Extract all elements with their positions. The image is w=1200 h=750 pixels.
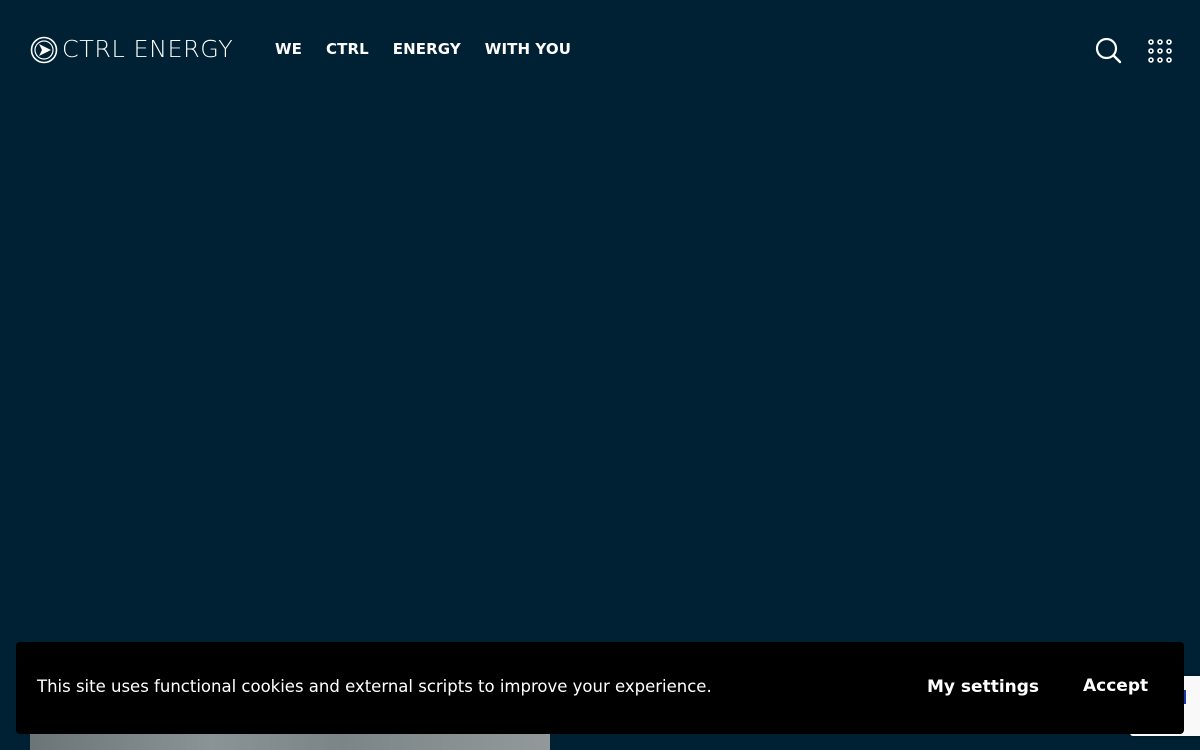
cookie-message: This site uses functional cookies and ex… bbox=[37, 677, 712, 696]
logo-play-icon bbox=[30, 36, 58, 64]
grid-menu-button[interactable] bbox=[1148, 39, 1172, 63]
accept-button[interactable]: Accept bbox=[1083, 676, 1148, 696]
nav-item-energy[interactable]: ENERGY bbox=[393, 40, 461, 58]
logo-text: CTRL ENERGY bbox=[62, 37, 234, 63]
nav-item-ctrl[interactable]: CTRL bbox=[326, 40, 369, 58]
hero-image bbox=[30, 732, 550, 750]
search-icon bbox=[1095, 37, 1122, 64]
main-nav: WE CTRL ENERGY WITH YOU bbox=[275, 38, 595, 60]
page: CTRL ENERGY WE CTRL ENERGY WITH YOU This… bbox=[0, 0, 1200, 750]
site-logo[interactable]: CTRL ENERGY bbox=[30, 36, 233, 64]
search-button[interactable] bbox=[1094, 36, 1122, 64]
nav-item-with-you[interactable]: WITH YOU bbox=[485, 40, 571, 58]
nav-item-we[interactable]: WE bbox=[275, 40, 302, 58]
cookie-banner: This site uses functional cookies and ex… bbox=[16, 642, 1184, 734]
grid-menu-icon bbox=[1148, 39, 1172, 63]
site-header: CTRL ENERGY WE CTRL ENERGY WITH YOU bbox=[0, 0, 1200, 98]
my-settings-button[interactable]: My settings bbox=[927, 677, 1039, 697]
